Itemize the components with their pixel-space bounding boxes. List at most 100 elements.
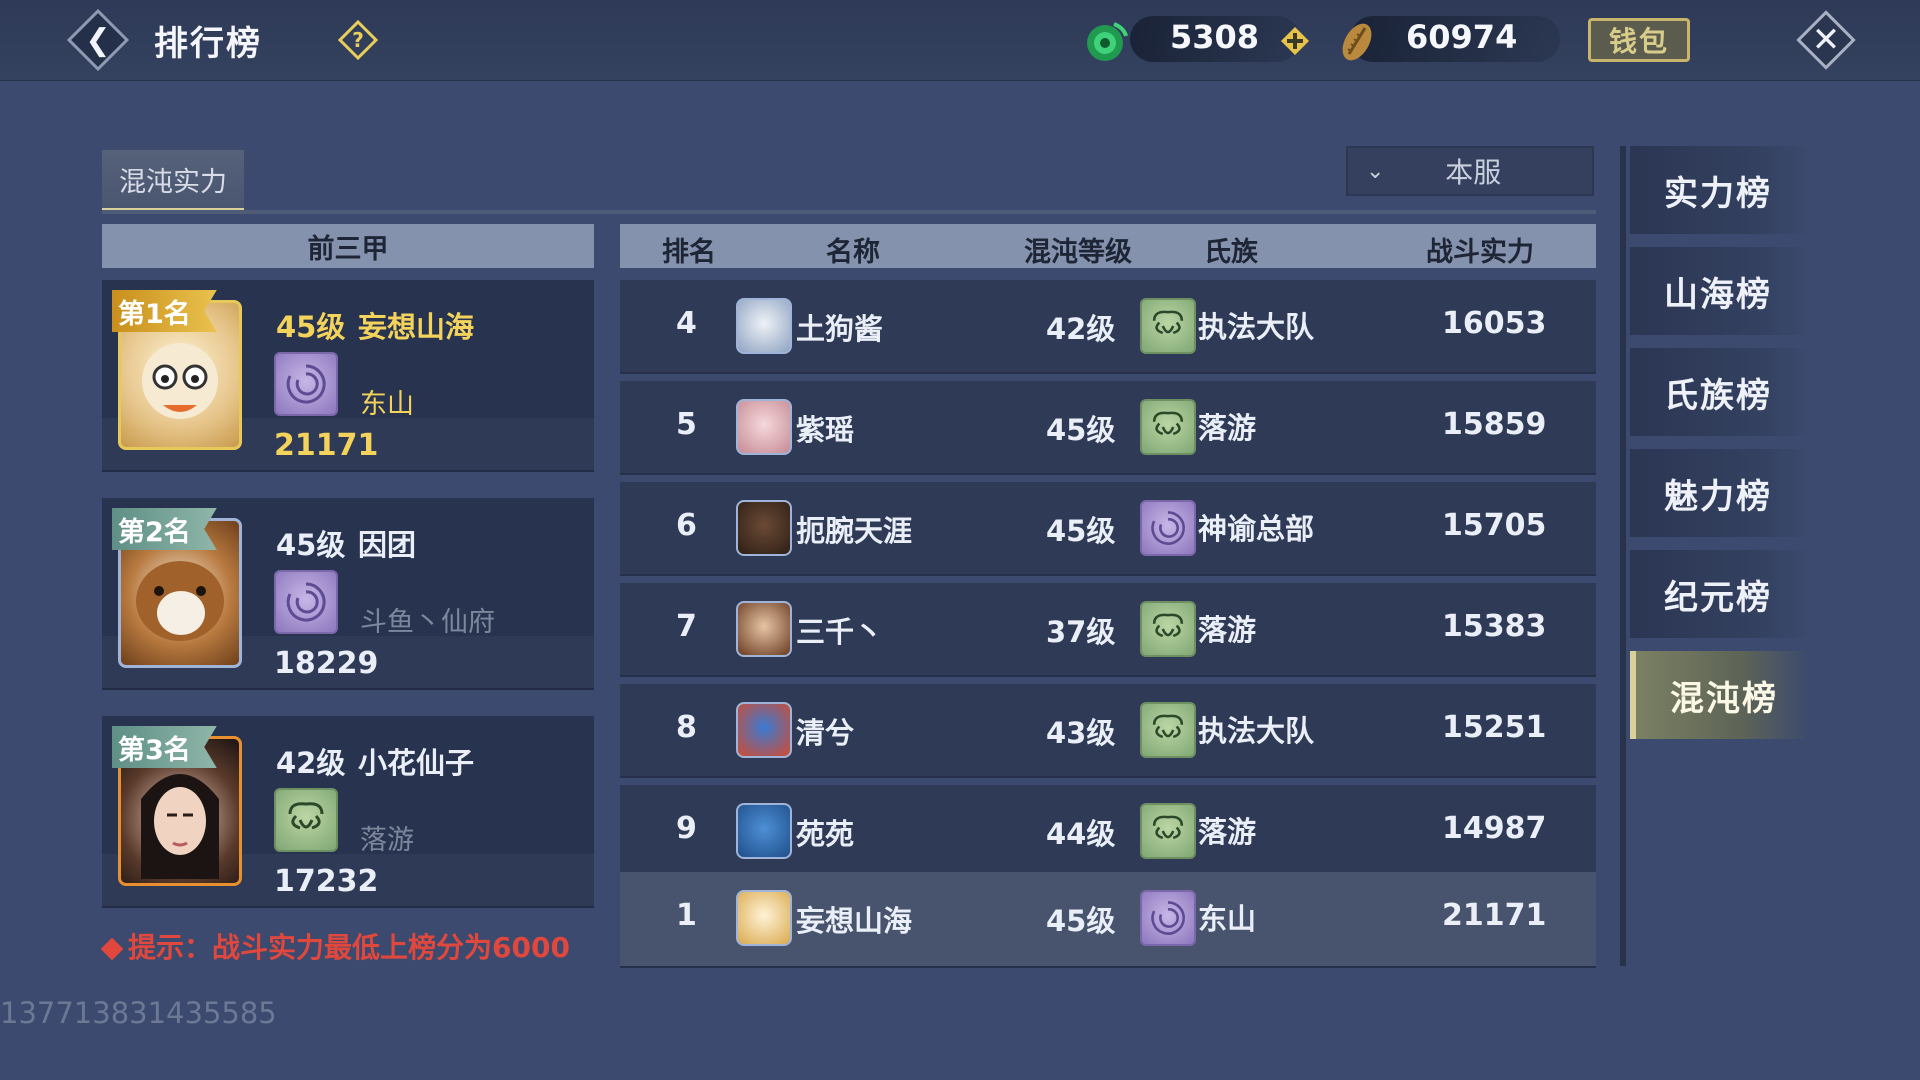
battle-power: 17232 [274,864,379,899]
rank-number: 8 [676,710,697,745]
guild-badge [1140,500,1196,556]
player-name: 苑苑 [796,817,855,851]
player-name: 三千丶 [796,615,884,649]
side-tab-2[interactable]: 氏族榜 [1630,348,1810,436]
player-level: 45级 [276,310,346,344]
guild-badge [274,570,338,634]
battle-power: 15383 [1442,609,1547,644]
tab-chaos-power[interactable]: 混沌实力 [102,150,244,212]
close-button[interactable]: ✕ [1796,10,1856,70]
plus-icon[interactable] [1280,26,1310,56]
rank-number: 4 [676,306,697,341]
column-level: 混沌等级 [1024,237,1132,268]
chaos-level: 45级 [1046,514,1116,548]
player-name: 紫瑶 [796,413,855,447]
chaos-level: 43级 [1046,716,1116,750]
user-id: 137713831435585 [0,996,277,1030]
guild-name: 落游 [360,825,414,856]
guild-name: 落游 [1198,411,1257,445]
my-rank-row[interactable]: 1 妄想山海 45级 东山 21171 [620,872,1596,968]
top-card-2[interactable]: 第2名 45级 因团 斗鱼丶仙府 18229 [102,498,594,690]
top-card-3[interactable]: 第3名 42级 小花仙子 落游 17232 [102,716,594,908]
swirl-emblem-icon [286,582,326,622]
avatar [736,399,792,455]
table-row[interactable]: 4 土狗酱 42级 执法大队 16053 [620,280,1596,374]
guild-name: 落游 [1198,613,1257,647]
close-icon: ✕ [1811,20,1841,60]
warning-diamond-icon [100,937,124,961]
chaos-level: 37级 [1046,615,1116,649]
top-card-1[interactable]: 第1名 45级 妄想山海 东山 21171 [102,280,594,472]
player-name: 扼腕天涯 [796,514,913,548]
page-title: 排行榜 [154,24,262,64]
chaos-level: 45级 [1046,413,1116,447]
server-select[interactable]: ⌄ 本服 [1346,146,1594,196]
guild-name: 执法大队 [1198,714,1315,748]
guild-badge [1140,702,1196,758]
wallet-button[interactable]: 钱包 [1588,18,1690,62]
chevron-left-icon: ❮ [85,22,111,58]
question-diamond-icon[interactable]: ? [338,20,378,60]
table-row[interactable]: 8 清兮 43级 执法大队 15251 [620,684,1596,778]
side-tab-4[interactable]: 纪元榜 [1630,550,1810,638]
ram-emblem-icon [1152,815,1184,840]
side-tab-0[interactable]: 实力榜 [1630,146,1810,234]
avatar [736,298,792,354]
shell-coin-icon [1342,23,1372,61]
battle-power: 15859 [1442,407,1547,442]
chevron-down-icon: ⌄ [1366,158,1385,184]
hint-text: 提示：战斗实力最低上榜分为6000 [100,926,570,966]
guild-badge [1140,399,1196,455]
avatar [736,890,792,946]
back-button[interactable]: ❮ [66,8,130,72]
swirl-emblem-icon [1151,901,1185,935]
chaos-level: 45级 [1046,904,1116,938]
battle-power: 15705 [1442,508,1547,543]
svg-text:?: ? [352,28,364,52]
rank-number: 1 [676,898,697,933]
guild-badge [1140,803,1196,859]
table-row[interactable]: 5 紫瑶 45级 落游 15859 [620,381,1596,475]
swirl-emblem-icon [1151,511,1185,545]
top-bar: ❮ 排行榜 ? 5308 60974 钱包 ✕ [0,0,1920,81]
guild-badge [1140,298,1196,354]
side-tab-5[interactable]: 混沌榜 [1630,651,1810,739]
column-power: 战斗实力 [1426,237,1534,268]
guild-name: 神谕总部 [1198,512,1315,546]
side-tab-3[interactable]: 魅力榜 [1630,449,1810,537]
tab-underline [102,210,1596,214]
jade-coin-icon [1087,22,1128,61]
table-row[interactable]: 9 苑苑 44级 落游 14987 [620,785,1596,879]
rank-ribbon: 第3名 [112,726,217,768]
guild-name: 落游 [1198,815,1257,849]
battle-power: 21171 [1442,898,1547,933]
table-header: 排名 名称 混沌等级 氏族 战斗实力 [620,224,1596,268]
battle-power: 16053 [1442,306,1547,341]
player-name: 妄想山海 [796,904,913,938]
player-name: 清兮 [796,716,855,750]
top3-header: 前三甲 [102,224,594,268]
rank-number: 6 [676,508,697,543]
column-guild: 氏族 [1204,237,1258,268]
chaos-level: 42级 [1046,312,1116,346]
guild-badge [1140,601,1196,657]
player-level: 45级 [276,528,346,562]
table-row[interactable]: 7 三千丶 37级 落游 15383 [620,583,1596,677]
swirl-emblem-icon [286,364,326,404]
guild-badge [274,352,338,416]
ram-emblem-icon [288,802,324,830]
ram-emblem-icon [1152,310,1184,335]
currency1-value: 5308 [1170,18,1260,56]
player-name: 因团 [358,528,417,562]
table-row[interactable]: 6 扼腕天涯 45级 神谕总部 15705 [620,482,1596,576]
hint-label: 提示：战斗实力最低上榜分为6000 [128,931,570,964]
avatar [736,702,792,758]
guild-name: 东山 [1198,902,1257,936]
column-name: 名称 [826,237,880,268]
ram-emblem-icon [1152,613,1184,638]
ram-emblem-icon [1152,411,1184,436]
avatar [736,803,792,859]
guild-name: 斗鱼丶仙府 [360,607,495,638]
side-tab-1[interactable]: 山海榜 [1630,247,1810,335]
ram-emblem-icon [1152,714,1184,739]
